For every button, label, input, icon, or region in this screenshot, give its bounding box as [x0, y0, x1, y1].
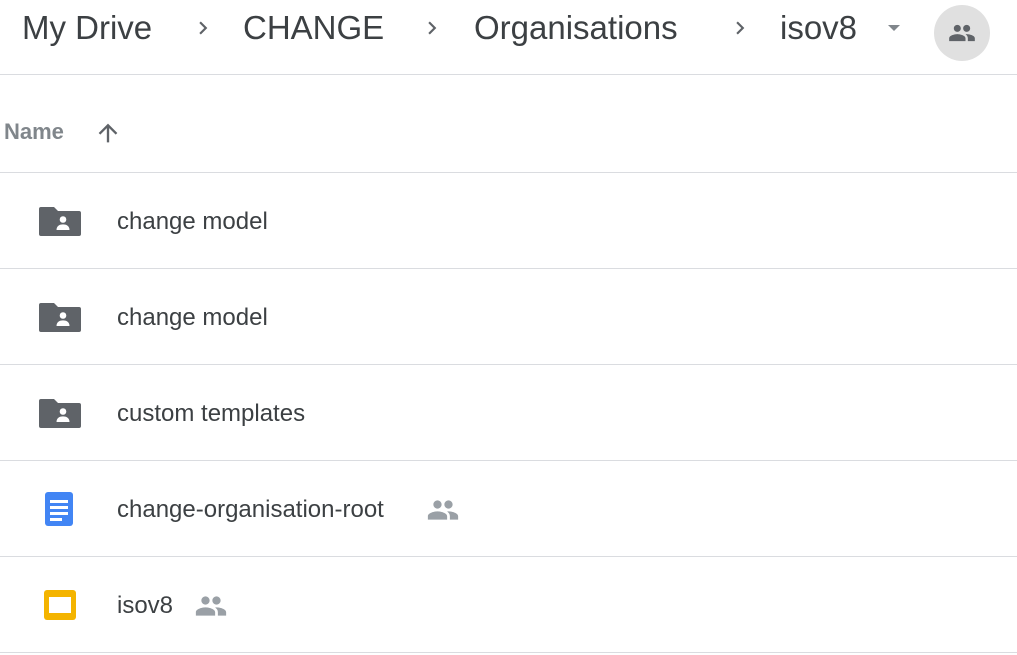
chevron-right-icon: [727, 15, 753, 41]
caret-down-icon[interactable]: [882, 18, 906, 38]
chevron-right-icon: [419, 15, 445, 41]
list-column-header: Name: [0, 75, 1017, 173]
breadcrumb-current-folder[interactable]: isov8: [780, 8, 857, 48]
breadcrumb-change[interactable]: CHANGE: [243, 8, 384, 48]
arrow-up-icon[interactable]: [94, 119, 122, 147]
shared-folder-icon: [38, 299, 84, 335]
people-icon: [426, 499, 460, 521]
list-item[interactable]: custom templates: [0, 365, 1017, 461]
shared-folder-icon: [38, 203, 84, 239]
people-icon: [949, 24, 975, 42]
file-name: change-organisation-root: [117, 496, 384, 523]
people-icon: [194, 595, 228, 617]
name-column-header[interactable]: Name: [4, 118, 64, 146]
google-docs-icon: [38, 491, 84, 527]
shared-folder-button[interactable]: [934, 5, 990, 61]
chevron-right-icon: [190, 15, 216, 41]
file-name: isov8: [117, 592, 174, 619]
file-name: change model: [117, 304, 268, 331]
file-name: change model: [117, 208, 268, 235]
file-name: custom templates: [117, 400, 306, 427]
breadcrumb-organisations[interactable]: Organisations: [474, 8, 678, 48]
google-slides-icon: [38, 587, 84, 623]
list-item[interactable]: change model: [0, 173, 1017, 269]
list-item[interactable]: change-organisation-root: [0, 461, 1017, 557]
breadcrumb-my-drive[interactable]: My Drive: [22, 8, 152, 48]
list-item[interactable]: change model: [0, 269, 1017, 365]
shared-folder-icon: [38, 395, 84, 431]
list-item[interactable]: isov8: [0, 557, 1017, 653]
breadcrumb: My Drive CHANGE Organisations isov8: [0, 0, 1017, 75]
